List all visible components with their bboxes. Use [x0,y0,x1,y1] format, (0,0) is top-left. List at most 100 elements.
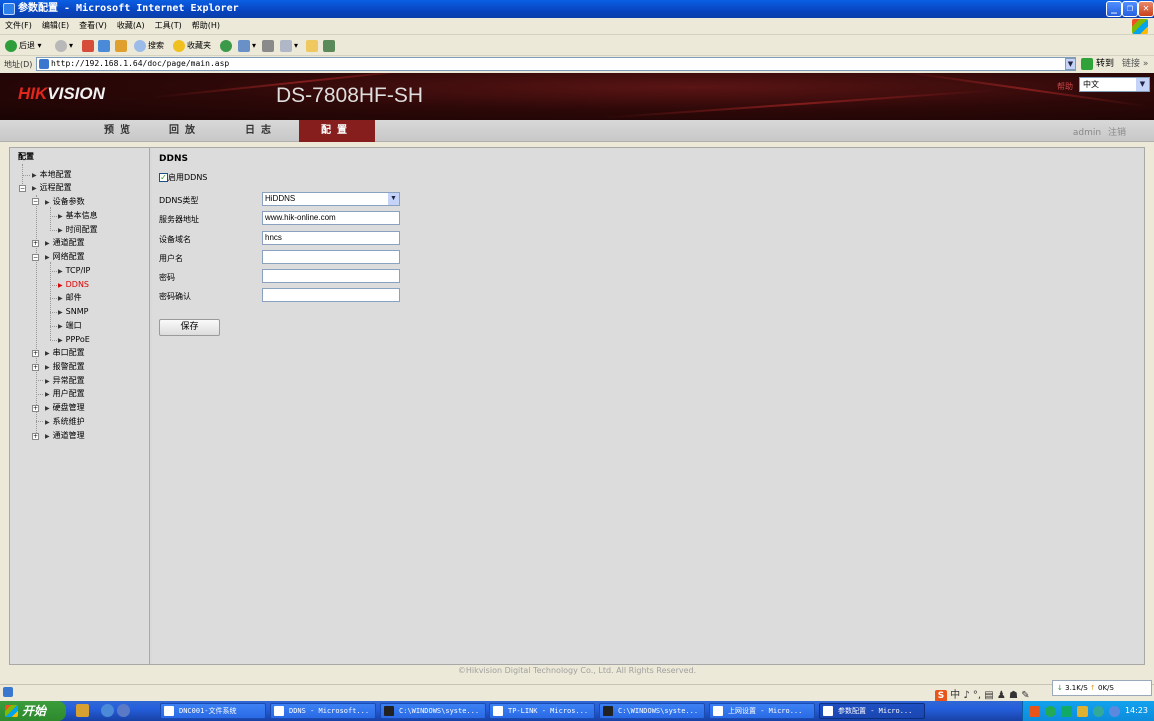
folder-button[interactable] [306,38,320,53]
tree-item-pppoe[interactable]: ▶ PPPoE [58,334,90,347]
taskbar-item[interactable]: TP-LINK - Micros... [489,703,595,719]
quicklaunch-app-icon[interactable] [76,704,89,717]
start-button[interactable]: 开始 [0,701,66,721]
links-button[interactable]: 链接 » [1122,56,1148,73]
tree-item-basic-info[interactable]: ▶ 基本信息 [58,210,98,223]
expand-icon[interactable]: + [32,405,39,412]
menu-tools[interactable]: 工具(T) [150,18,187,34]
tree-item-remote-config[interactable]: ▶ 远程配置 [32,182,72,195]
menu-help[interactable]: 帮助(H) [187,18,225,34]
expand-icon[interactable]: + [32,364,39,371]
collapse-icon[interactable]: − [32,254,39,261]
address-dropdown-button[interactable]: ▼ [1065,58,1076,70]
taskbar-item[interactable]: 上网设置 - Micro... [709,703,815,719]
address-url: http://192.168.1.64/doc/page/main.asp [51,59,230,68]
sogou-tray-icon[interactable] [1029,706,1040,717]
tree-item-serial-config[interactable]: ▶ 串口配置 [45,347,85,360]
taskbar-item[interactable]: DDNS - Microsoft... [270,703,376,719]
hikvision-logo: HIKVISION [18,84,105,103]
taskbar-item-active[interactable]: 参数配置 - Micro... [819,703,925,719]
forward-button[interactable]: ▾ [55,38,73,53]
messenger-icon [323,39,335,52]
maximize-button[interactable]: ❐ [1122,1,1138,17]
edit-button[interactable]: ▾ [280,38,298,53]
tree-item-channel-management[interactable]: ▶ 通道管理 [45,430,85,443]
search-button[interactable]: 搜索 [134,38,164,53]
shield-tray-icon[interactable] [1109,706,1120,717]
username-input[interactable] [262,250,400,264]
stop-button[interactable] [82,38,96,53]
quicklaunch-ie-icon[interactable] [101,704,114,717]
minimize-button[interactable]: _ [1106,1,1122,17]
clock[interactable]: 14:23 [1125,701,1148,721]
taskbar-item[interactable]: C:\WINDOWS\syste... [599,703,705,719]
device-domain-input[interactable]: hncs [262,231,400,245]
window-title-bar[interactable]: 参数配置 - Microsoft Internet Explorer _ ❐ ✕ [0,0,1154,18]
address-input[interactable]: http://192.168.1.64/doc/page/main.asp [36,57,1076,71]
home-icon [115,39,127,52]
console-icon [384,706,394,716]
copyright-footer: ©Hikvision Digital Technology Co., Ltd. … [457,666,697,675]
go-button[interactable]: 转到 [1081,56,1114,73]
history-button[interactable] [220,38,234,53]
favorites-button[interactable]: 收藏夹 [173,38,211,53]
tree-item-tcpip[interactable]: ▶ TCP/IP [58,265,90,278]
folder-icon [306,39,318,52]
tree-item-local-config[interactable]: ▶ 本地配置 [32,169,72,182]
tree-item-alarm-config[interactable]: ▶ 报警配置 [45,361,85,374]
enable-ddns-checkbox[interactable]: ✓ [159,173,168,182]
collapse-icon[interactable]: − [19,185,26,192]
close-button[interactable]: ✕ [1138,1,1154,17]
home-button[interactable] [115,38,129,53]
go-arrow-icon [1081,57,1093,70]
server-address-input[interactable]: www.hik-online.com [262,211,400,225]
tree-item-email[interactable]: ▶ 邮件 [58,292,82,305]
tree-item-exception-config[interactable]: ▶ 异常配置 [45,375,85,388]
network-speed-widget: ↓ 3.1K/S ↑ 0K/S [1052,680,1152,696]
print-button[interactable] [262,38,276,53]
expand-icon[interactable]: + [32,433,39,440]
menu-view[interactable]: 查看(V) [74,18,112,34]
menu-favorites[interactable]: 收藏(A) [112,18,150,34]
tree-item-time-config[interactable]: ▶ 时间配置 [58,224,98,237]
username: admin [1072,128,1102,138]
tree-item-snmp[interactable]: ▶ SNMP [58,306,88,319]
collapse-icon[interactable]: − [32,198,39,205]
expand-icon[interactable]: + [32,240,39,247]
tab-config[interactable]: 配置 [299,120,375,142]
antivirus-tray-icon[interactable] [1093,706,1104,717]
ime-toolbar[interactable]: S 中 ♪ °, ▤ ♟ ☗ ✎ [935,686,1030,702]
ddns-type-select[interactable]: HiDDNS ▼ [262,192,400,206]
ddns-type-value: HiDDNS [265,194,296,203]
language-select[interactable]: 中文 ▼ [1079,77,1150,92]
security-tray-icon[interactable] [1061,706,1072,717]
menu-file[interactable]: 文件(F) [0,18,37,34]
help-link[interactable]: 帮助 [1057,81,1073,92]
logout-link[interactable]: 注销 [1108,128,1126,138]
password-input[interactable] [262,269,400,283]
back-button[interactable]: 后退 ▾ [5,38,42,53]
taskbar-item[interactable]: C:\WINDOWS\syste... [380,703,486,719]
tree-item-channel-config[interactable]: ▶ 通道配置 [45,237,85,250]
tree-item-user-config[interactable]: ▶ 用户配置 [45,388,85,401]
volume-tray-icon[interactable] [1077,706,1088,717]
tree-item-disk-management[interactable]: ▶ 硬盘管理 [45,402,85,415]
quicklaunch-desktop-icon[interactable] [117,704,130,717]
menu-edit[interactable]: 编辑(E) [37,18,74,34]
tree-item-ddns[interactable]: ▶ DDNS [58,279,89,292]
tree-item-system-maintenance[interactable]: ▶ 系统维护 [45,416,85,429]
messenger-button[interactable] [323,38,337,53]
mail-button[interactable]: ▾ [238,38,256,53]
save-button[interactable]: 保存 [159,319,220,336]
search-icon [134,39,146,52]
tab-playback[interactable]: 回放 [147,120,223,142]
confirm-password-input[interactable] [262,288,400,302]
taskbar-item[interactable]: DNC001-文件系统 [160,703,266,719]
tab-log[interactable]: 日志 [223,120,299,142]
menu-bar: 文件(F) 编辑(E) 查看(V) 收藏(A) 工具(T) 帮助(H) [0,18,1154,35]
refresh-button[interactable] [98,38,112,53]
network-tray-icon[interactable] [1045,706,1056,717]
tree-item-port[interactable]: ▶ 端口 [58,320,82,333]
mail-icon [238,39,250,52]
expand-icon[interactable]: + [32,350,39,357]
